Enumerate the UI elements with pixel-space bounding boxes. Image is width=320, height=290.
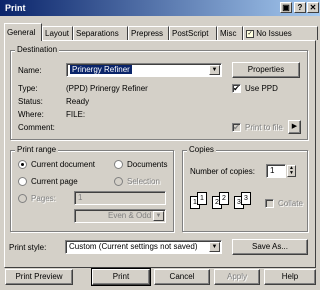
toolbar-icon-button[interactable]: ▣ <box>280 2 292 13</box>
copies-label: Copies <box>187 145 216 154</box>
number-of-copies-label: Number of copies: <box>190 167 255 176</box>
tab-separations[interactable]: Separations <box>73 26 128 40</box>
destination-label: Destination <box>15 45 60 54</box>
copies-spinner[interactable]: ▲ ▼ <box>287 165 296 177</box>
where-value: FILE: <box>66 110 86 119</box>
print-to-file-label: Print to file <box>245 123 283 132</box>
where-label: Where: <box>18 110 44 119</box>
collate-label: Collate <box>278 199 303 208</box>
copies-input[interactable]: 1 <box>266 164 286 178</box>
name-label: Name: <box>18 66 42 75</box>
collate-preview: 1 1 2 2 3 3 <box>190 190 265 210</box>
current-document-radio[interactable] <box>18 160 27 169</box>
chevron-down-icon[interactable]: ▼ <box>153 211 164 221</box>
tab-misc[interactable]: Misc <box>217 26 243 40</box>
preflight-icon: ✓ <box>246 29 254 38</box>
title-bar <box>0 0 320 16</box>
tab-prepress[interactable]: Prepress <box>128 26 169 40</box>
help-button[interactable]: ? <box>294 2 306 13</box>
documents-label: Documents <box>127 160 168 169</box>
use-ppd-label: Use PPD <box>245 84 278 93</box>
pages-label: Pages: <box>31 194 56 203</box>
even-odd-select[interactable]: Even & Odd ▼ <box>74 209 166 223</box>
chevron-down-icon[interactable]: ▼ <box>209 242 220 252</box>
window-title: Print <box>5 3 26 13</box>
print-button[interactable]: Print <box>91 268 151 286</box>
print-range-label: Print range <box>15 145 59 154</box>
current-document-label: Current document <box>31 160 96 169</box>
close-button[interactable]: ✕ <box>307 2 319 13</box>
status-value: Ready <box>66 97 90 106</box>
print-style-select[interactable]: Custom (Current settings not saved) ▼ <box>65 240 222 254</box>
print-to-file-checkbox[interactable]: ✔ <box>232 123 241 132</box>
print-to-file-arrow-button[interactable]: ▶ <box>288 120 301 134</box>
print-preview-button[interactable]: Print Preview <box>5 269 73 285</box>
page-icon: 1 <box>197 192 207 205</box>
type-label: Type: <box>18 84 38 93</box>
save-as-button[interactable]: Save As... <box>232 239 308 255</box>
window-icon: ▣ <box>282 3 290 12</box>
current-page-radio[interactable] <box>18 177 27 186</box>
use-ppd-checkbox[interactable]: ✔ <box>232 84 241 93</box>
page-icon: 2 <box>219 192 229 205</box>
tab-general[interactable]: General <box>4 23 42 41</box>
tab-postscript[interactable]: PostScript <box>169 26 217 40</box>
documents-radio[interactable] <box>114 160 123 169</box>
status-label: Status: <box>18 97 43 106</box>
type-value: (PPD) Prinergy Refiner <box>66 84 148 93</box>
arrow-right-icon: ▶ <box>291 123 298 130</box>
tab-layout[interactable]: Layout <box>42 26 73 40</box>
pages-radio[interactable] <box>18 194 27 203</box>
current-page-label: Current page <box>31 177 78 186</box>
collate-checkbox[interactable] <box>265 199 274 208</box>
pages-input[interactable]: 1 <box>74 191 166 205</box>
chevron-down-icon[interactable]: ▼ <box>209 65 220 75</box>
printer-name-select[interactable]: Prinergy Refiner ▼ <box>66 63 222 77</box>
print-style-label: Print style: <box>9 243 47 252</box>
comment-label: Comment: <box>18 123 55 132</box>
page-icon: 3 <box>241 192 251 205</box>
selection-label: Selection <box>127 177 160 186</box>
help-button-bottom[interactable]: Help <box>264 269 316 285</box>
properties-button[interactable]: Properties <box>232 62 300 78</box>
selection-radio[interactable] <box>114 177 123 186</box>
spin-down-icon[interactable]: ▼ <box>288 171 295 176</box>
cancel-button[interactable]: Cancel <box>154 269 210 285</box>
tab-no-issues[interactable]: ✓ No Issues <box>243 26 318 40</box>
apply-button[interactable]: Apply <box>214 269 260 285</box>
